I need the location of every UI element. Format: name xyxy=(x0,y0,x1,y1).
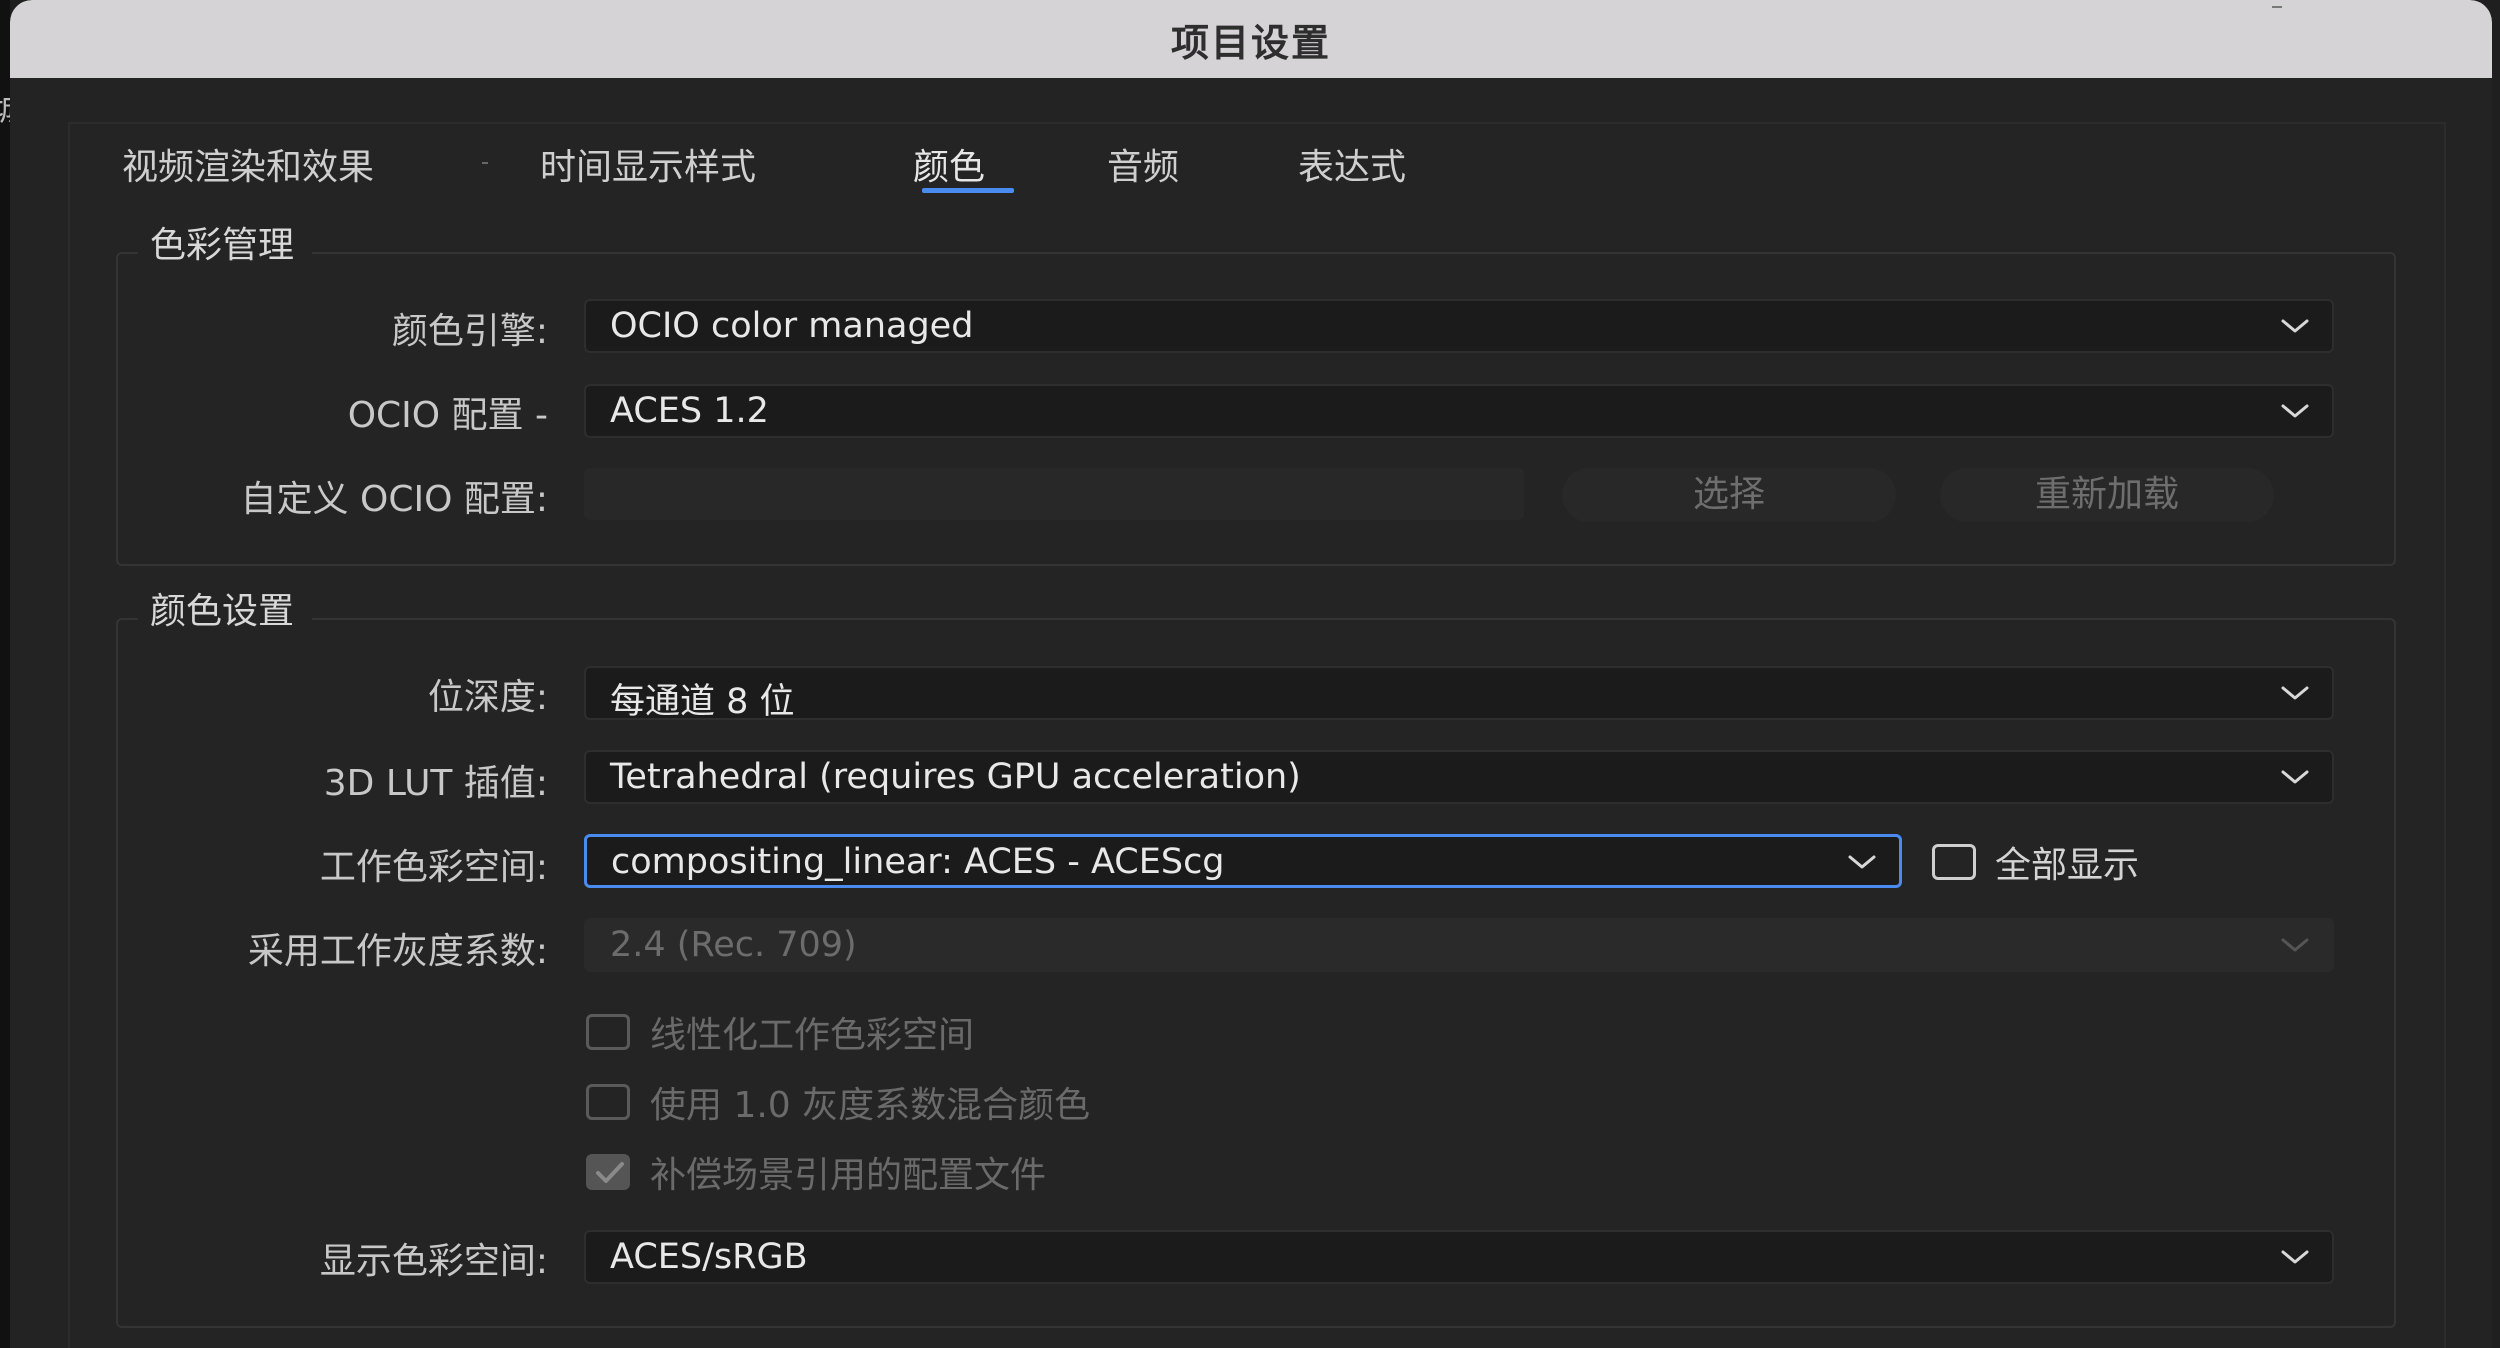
working-color-space-value: compositing_linear: ACES - ACEScg xyxy=(611,842,1225,882)
ocio-config-dropdown[interactable]: ACES 1.2 xyxy=(584,384,2334,438)
chevron-down-icon xyxy=(2280,934,2310,956)
reload-button[interactable]: 重新加载 xyxy=(1940,468,2274,522)
color-engine-label: 颜色引擎: xyxy=(391,311,548,352)
chevron-down-icon xyxy=(2280,1246,2310,1268)
tab-time-display[interactable]: 时间显示样式 xyxy=(540,138,756,190)
color-settings-title: 颜色设置 xyxy=(138,582,313,634)
custom-ocio-config-label: 自定义 OCIO 配置: xyxy=(240,479,548,520)
color-management-title: 色彩管理 xyxy=(138,216,313,268)
title-bar-mark xyxy=(2272,6,2282,8)
bit-depth-value: 每通道 8 位 xyxy=(610,682,795,722)
color-engine-dropdown[interactable]: OCIO color managed xyxy=(584,299,2334,353)
display-color-space-value: ACES/sRGB xyxy=(610,1237,808,1277)
screen: 城 项目设置 视频渲染和效果 时间显示样式 颜色 音频 表达式 色彩管理 颜色引… xyxy=(0,0,2500,1348)
ocio-config-value: ACES 1.2 xyxy=(610,391,769,431)
display-color-space-label: 显示色彩空间: xyxy=(319,1241,548,1282)
lut-interpolation-value: Tetrahedral (requires GPU acceleration) xyxy=(610,757,1301,797)
lut-interpolation-dropdown[interactable]: Tetrahedral (requires GPU acceleration) xyxy=(584,750,2334,804)
active-tab-indicator xyxy=(922,188,1014,193)
chevron-down-icon xyxy=(2280,400,2310,422)
gamma-label: 采用工作灰度系数: xyxy=(247,931,548,972)
working-color-space-dropdown[interactable]: compositing_linear: ACES - ACEScg xyxy=(584,834,1902,888)
custom-ocio-config-input[interactable] xyxy=(584,468,1524,520)
title-bar[interactable]: 项目设置 xyxy=(10,0,2492,78)
ocio-config-label: OCIO 配置 - xyxy=(347,395,548,436)
chevron-down-icon xyxy=(1847,851,1877,873)
background-window-edge: 城 xyxy=(0,0,24,1348)
bit-depth-dropdown[interactable]: 每通道 8 位 xyxy=(584,666,2334,722)
lut-interpolation-label: 3D LUT 插值: xyxy=(323,763,548,804)
dialog-title: 项目设置 xyxy=(1170,21,1331,65)
bit-depth-label: 位深度: xyxy=(427,677,548,718)
blend-gamma-label: 使用 1.0 灰度系数混合颜色 xyxy=(650,1085,1091,1126)
chevron-down-icon xyxy=(2280,315,2310,337)
show-all-label: 全部显示 xyxy=(1995,845,2140,886)
tab-audio[interactable]: 音频 xyxy=(1107,138,1179,190)
display-color-space-dropdown[interactable]: ACES/sRGB xyxy=(584,1230,2334,1284)
blend-gamma-checkbox[interactable] xyxy=(586,1084,630,1120)
tab-video-rendering[interactable]: 视频渲染和效果 xyxy=(122,138,374,190)
chevron-down-icon xyxy=(2280,766,2310,788)
tab-expressions[interactable]: 表达式 xyxy=(1298,138,1406,190)
project-settings-dialog: 项目设置 视频渲染和效果 时间显示样式 颜色 音频 表达式 色彩管理 颜色引擎:… xyxy=(10,0,2492,1348)
chevron-down-icon xyxy=(2280,682,2310,704)
tab-color[interactable]: 颜色 xyxy=(913,138,985,190)
show-all-checkbox[interactable] xyxy=(1932,844,1976,880)
gamma-value: 2.4 (Rec. 709) xyxy=(610,925,857,965)
tab-separator xyxy=(482,162,488,164)
compensate-label: 补偿场景引用的配置文件 xyxy=(650,1155,1047,1196)
working-color-space-label: 工作色彩空间: xyxy=(319,847,548,888)
choose-button[interactable]: 选择 xyxy=(1562,468,1896,522)
linearize-checkbox[interactable] xyxy=(586,1014,630,1050)
linearize-label: 线性化工作色彩空间 xyxy=(650,1015,975,1056)
color-engine-value: OCIO color managed xyxy=(610,306,974,346)
compensate-checkbox[interactable] xyxy=(586,1154,630,1190)
gamma-dropdown[interactable]: 2.4 (Rec. 709) xyxy=(584,918,2334,972)
checkmark-icon xyxy=(596,1162,624,1183)
